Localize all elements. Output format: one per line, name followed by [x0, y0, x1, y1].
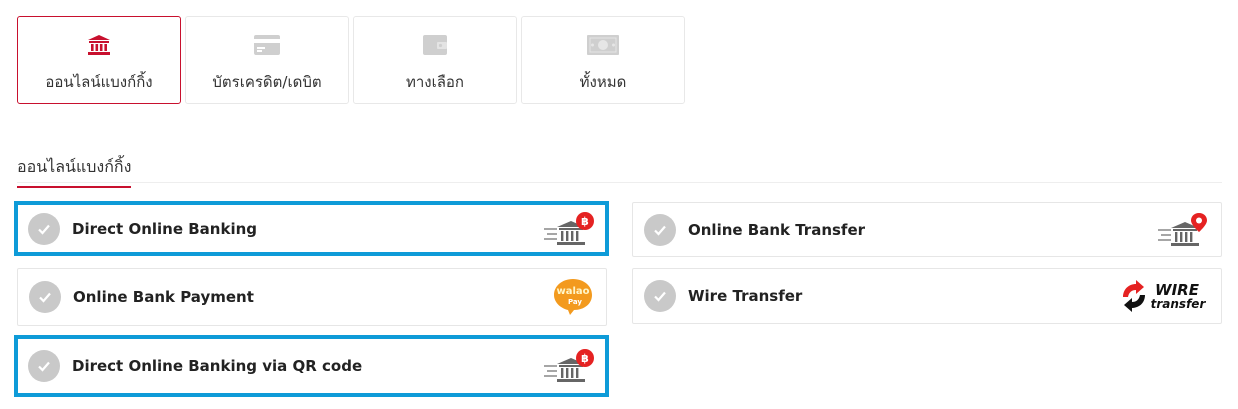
method-label: Direct Online Banking [72, 219, 258, 238]
check-icon [28, 350, 60, 382]
transfer-text: transfer [1151, 297, 1207, 311]
check-icon [29, 281, 61, 313]
walao-pay-logo: walao Pay [552, 277, 594, 317]
method-online-bank-payment[interactable]: Online Bank Payment walao Pay [17, 268, 607, 326]
walao-text: walao [556, 286, 589, 297]
method-label: Online Bank Payment [73, 288, 254, 306]
check-icon [28, 212, 60, 245]
method-direct-online-banking[interactable]: Direct Online Banking ฿ [14, 201, 609, 256]
credit-card-icon [253, 32, 281, 58]
bank-icon [87, 32, 111, 58]
tab-label: ทางเลือก [405, 73, 465, 91]
section-divider [17, 182, 1222, 183]
baht-symbol: ฿ [581, 352, 589, 365]
tab-online-banking[interactable]: ออนไลน์แบงก์กิ้ง [17, 16, 181, 104]
section-title: ออนไลน์แบงก์กิ้ง [17, 155, 132, 188]
tab-alternative[interactable]: ทางเลือก [353, 16, 517, 104]
bank-pin-icon [1157, 212, 1209, 248]
cash-icon [586, 32, 620, 58]
check-icon [644, 280, 676, 312]
tab-label: ทั้งหมด [579, 73, 627, 91]
baht-symbol: ฿ [581, 215, 589, 228]
method-label: Wire Transfer [688, 287, 803, 305]
check-icon [644, 213, 676, 246]
method-label: Direct Online Banking via QR code [72, 357, 363, 375]
payment-category-tabs: ออนไลน์แบงก์กิ้ง บัตรเครดิต/เดบิต ทางเลื… [17, 16, 685, 104]
wallet-icon [422, 32, 448, 58]
method-label: Online Bank Transfer [688, 220, 866, 239]
tab-label: ออนไลน์แบงก์กิ้ง [45, 73, 153, 91]
method-online-bank-transfer[interactable]: Online Bank Transfer [632, 202, 1222, 257]
wire-transfer-logo: WIRE transfer [1119, 279, 1209, 313]
pay-text: Pay [568, 298, 582, 306]
method-wire-transfer[interactable]: Wire Transfer WIRE transfer [632, 268, 1222, 324]
method-direct-online-banking-qr[interactable]: Direct Online Banking via QR code ฿ [14, 335, 609, 397]
tab-all[interactable]: ทั้งหมด [521, 16, 685, 104]
tab-label: บัตรเครดิต/เดบิต [212, 73, 322, 91]
bank-baht-icon: ฿ [543, 211, 595, 247]
bank-baht-icon: ฿ [543, 348, 595, 384]
tab-credit-debit[interactable]: บัตรเครดิต/เดบิต [185, 16, 349, 104]
